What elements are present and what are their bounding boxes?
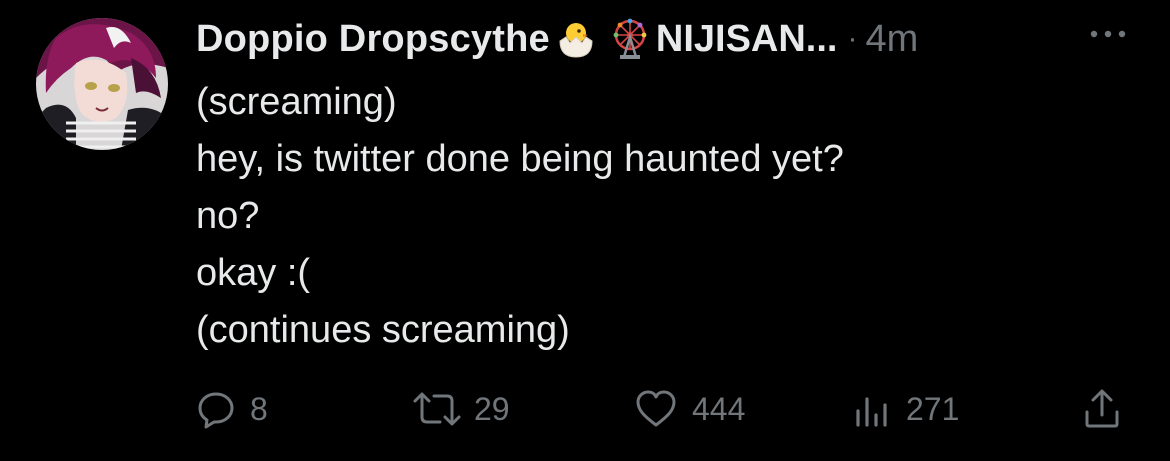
share-button[interactable] <box>1082 384 1122 434</box>
timestamp[interactable]: 4m <box>865 18 918 61</box>
tweet-header: Doppio Dropscythe NIJISAN... · 4m <box>196 14 1136 64</box>
retweet-button[interactable]: 29 <box>410 384 510 434</box>
hatching-chick-icon <box>554 17 598 61</box>
ferris-wheel-icon <box>608 17 652 61</box>
tweet[interactable]: Doppio Dropscythe NIJISAN... · 4m (screa… <box>0 0 1170 461</box>
views-button[interactable]: 271 <box>852 384 959 434</box>
heart-icon <box>636 390 676 427</box>
like-button[interactable]: 444 <box>634 384 745 434</box>
like-count: 444 <box>692 390 746 427</box>
reply-button[interactable]: 8 <box>196 384 268 434</box>
avatar[interactable] <box>36 18 168 150</box>
action-bar: 8 29 444 271 <box>196 384 1136 434</box>
share-icon <box>1085 389 1119 428</box>
reply-count: 8 <box>250 390 268 427</box>
tweet-line: no? <box>196 195 260 237</box>
display-name[interactable]: Doppio Dropscythe <box>196 18 550 61</box>
separator-dot: · <box>847 22 858 55</box>
retweet-count: 29 <box>474 390 510 427</box>
avatar-image <box>36 18 168 150</box>
views-count: 271 <box>906 390 960 427</box>
tweet-line: (screaming) <box>196 81 397 123</box>
more-horizontal-icon[interactable] <box>1086 22 1130 46</box>
tweet-line: okay :( <box>196 252 311 294</box>
tweet-line: (continues screaming) <box>196 309 570 351</box>
author-org[interactable]: NIJISAN... <box>656 18 838 61</box>
tweet-text: (screaming) hey, is twitter done being h… <box>196 74 1116 359</box>
tweet-line: hey, is twitter done being haunted yet? <box>196 138 844 180</box>
reply-icon <box>198 392 234 429</box>
retweet-icon <box>413 392 461 426</box>
views-icon <box>856 397 887 427</box>
